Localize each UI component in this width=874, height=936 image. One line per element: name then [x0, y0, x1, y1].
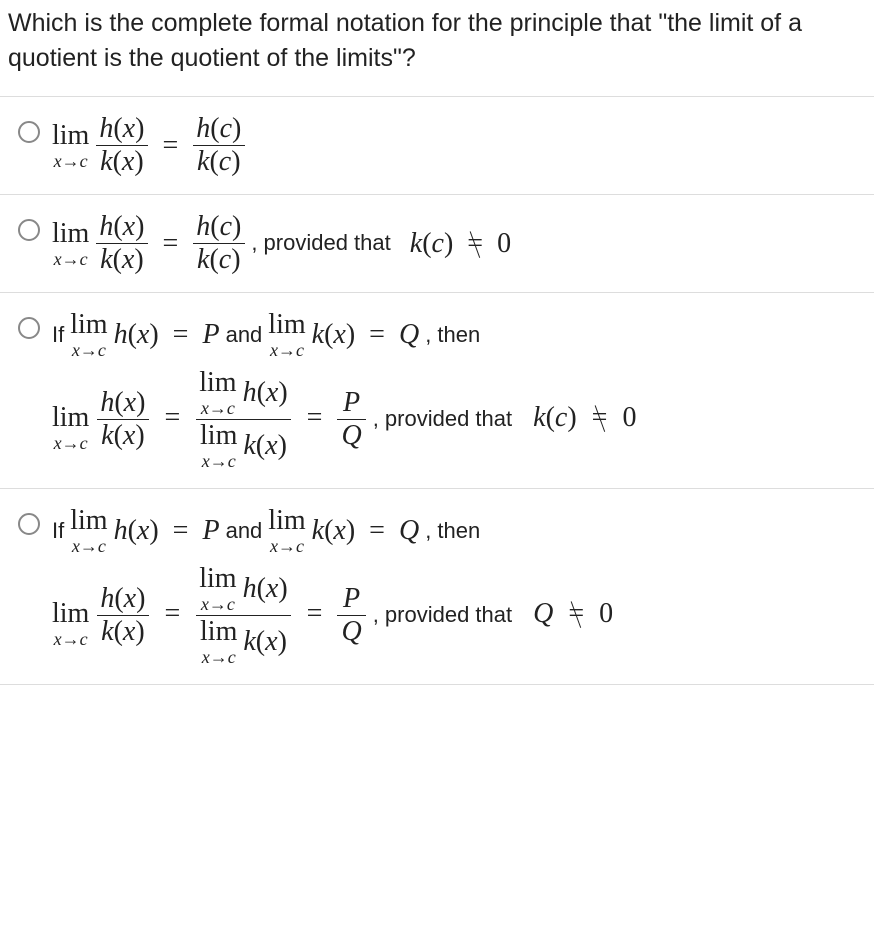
option-b[interactable]: lim x→c h(x) k(x) = h(c) k(c) , provided… — [0, 195, 874, 293]
option-d[interactable]: If lim x→c h(x) = P and lim x→c k(x) = Q… — [0, 489, 874, 685]
option-a[interactable]: lim x→c h(x) k(x) = h(c) k(c) — [0, 97, 874, 195]
option-b-body: lim x→c h(x) k(x) = h(c) k(c) , provided… — [52, 213, 866, 274]
radio-icon[interactable] — [18, 121, 40, 143]
radio-icon[interactable] — [18, 219, 40, 241]
radio-icon[interactable] — [18, 317, 40, 339]
question-text: Which is the complete formal notation fo… — [0, 0, 874, 96]
option-c[interactable]: If lim x→c h(x) = P and lim x→c k(x) = Q… — [0, 293, 874, 489]
option-c-body: If lim x→c h(x) = P and lim x→c k(x) = Q… — [52, 311, 866, 470]
option-a-body: lim x→c h(x) k(x) = h(c) k(c) — [52, 115, 866, 176]
option-d-body: If lim x→c h(x) = P and lim x→c k(x) = Q… — [52, 507, 866, 666]
radio-icon[interactable] — [18, 513, 40, 535]
options-list: lim x→c h(x) k(x) = h(c) k(c) lim — [0, 96, 874, 685]
